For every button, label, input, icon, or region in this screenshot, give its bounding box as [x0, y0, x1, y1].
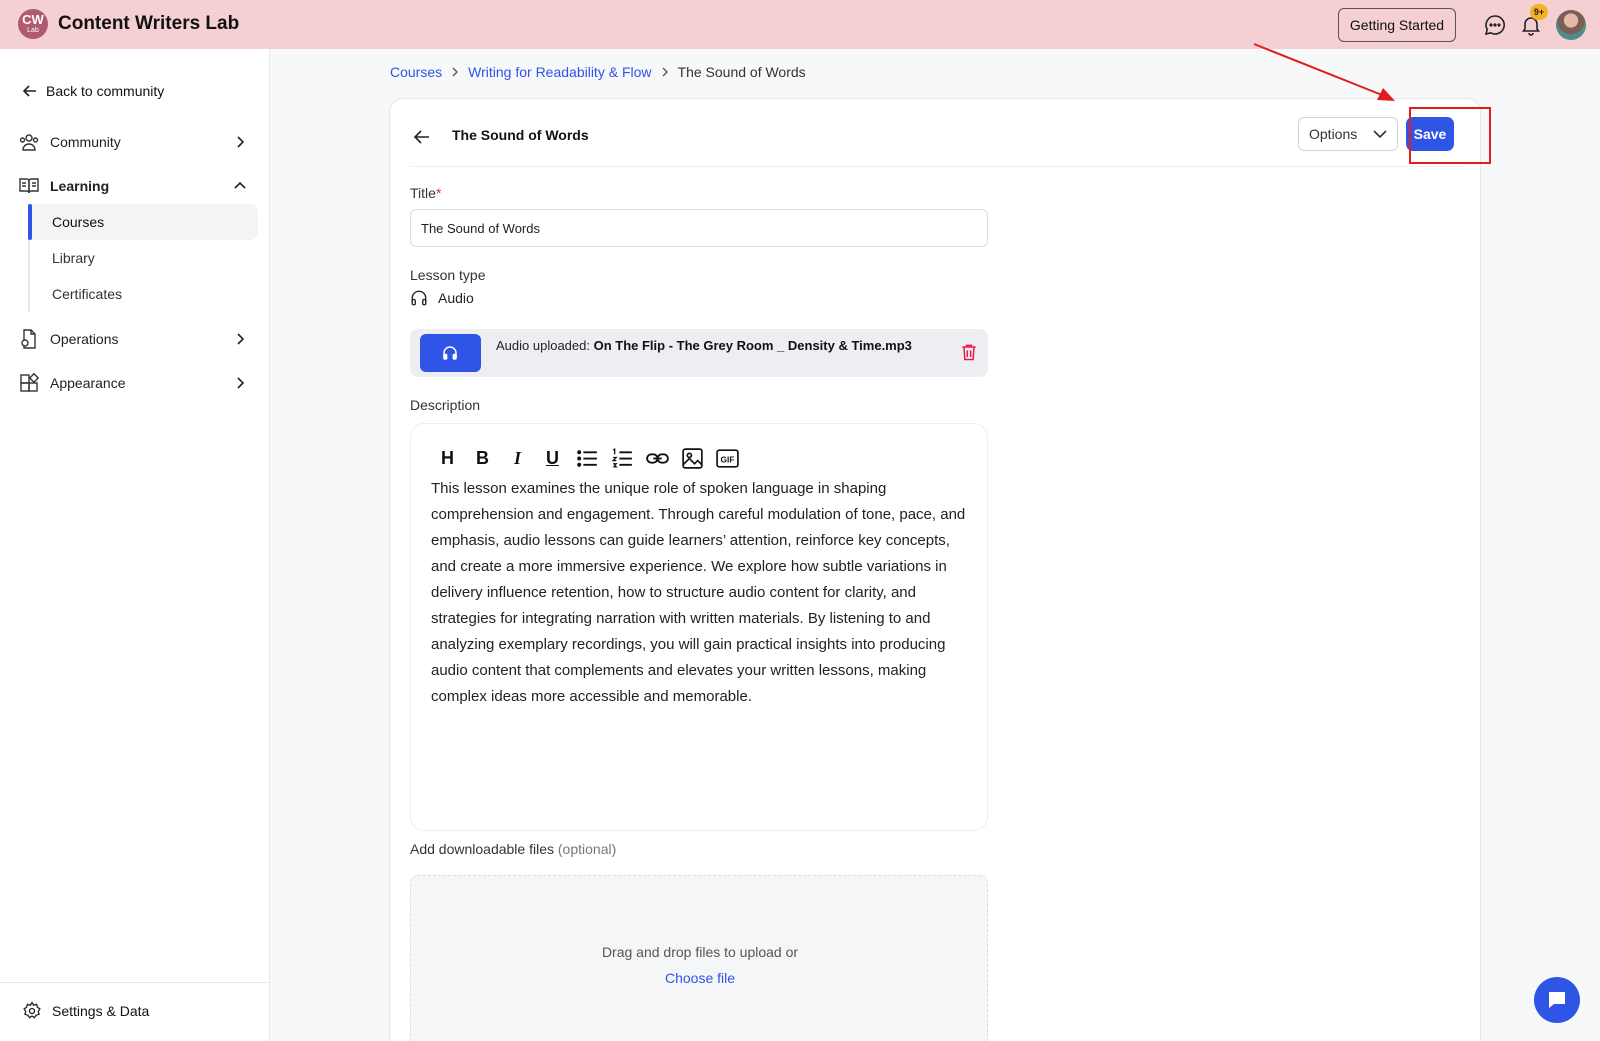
sidebar-item-library[interactable]: Library	[30, 240, 258, 276]
book-icon	[19, 178, 39, 194]
audio-upload-box: Audio uploaded: On The Flip - The Grey R…	[410, 329, 988, 377]
breadcrumb-course[interactable]: Writing for Readability & Flow	[468, 64, 651, 80]
description-text[interactable]: This lesson examines the unique role of …	[431, 476, 976, 710]
top-bar: CW Lab Content Writers Lab Getting Starte…	[0, 0, 1600, 49]
settings-link[interactable]: Settings & Data	[22, 1001, 149, 1021]
underline-icon[interactable]: U	[540, 446, 565, 471]
back-to-community-link[interactable]: Back to community	[22, 83, 164, 99]
headphones-icon	[411, 290, 427, 306]
sidebar-item-label: Appearance	[50, 375, 126, 391]
breadcrumb-current: The Sound of Words	[677, 64, 806, 80]
chevron-right-icon	[662, 67, 668, 77]
chat-bubble-icon	[1549, 992, 1565, 1008]
chevron-right-icon	[452, 67, 459, 77]
lesson-type-label: Lesson type	[410, 267, 486, 283]
settings-label: Settings & Data	[52, 1003, 150, 1019]
audio-filename: Audio uploaded: On The Flip - The Grey R…	[496, 338, 912, 353]
audio-preview-button[interactable]	[420, 334, 481, 372]
lesson-editor-card: The Sound of Words Options Save Title* L…	[389, 98, 1481, 1041]
heading-icon[interactable]: H	[435, 446, 460, 471]
notification-badge: 9+	[1530, 4, 1548, 20]
lesson-header-title: The Sound of Words	[452, 127, 589, 143]
sidebar-item-operations[interactable]: Operations	[18, 324, 248, 354]
chat-launcher-button[interactable]	[1534, 977, 1580, 1023]
card-header: The Sound of Words Options Save	[410, 117, 1462, 167]
sidebar-item-certificates[interactable]: Certificates	[30, 276, 258, 312]
back-to-community-label: Back to community	[46, 83, 165, 99]
title-label: Title*	[410, 185, 442, 201]
chevron-down-icon	[1373, 130, 1387, 139]
choose-file-link[interactable]: Choose file	[411, 970, 989, 986]
description-editor[interactable]: H B I U GIF This lesson examines the uni…	[410, 423, 988, 831]
trash-icon[interactable]	[959, 342, 979, 362]
chevron-right-icon	[237, 377, 245, 389]
community-icon	[19, 134, 39, 151]
editor-toolbar: H B I U GIF	[435, 446, 740, 471]
appearance-icon	[20, 372, 40, 392]
bold-icon[interactable]: B	[470, 446, 495, 471]
sidebar-item-community[interactable]: Community	[18, 127, 248, 157]
bullet-list-icon[interactable]	[575, 446, 600, 471]
sidebar-item-learning[interactable]: Learning	[18, 171, 248, 201]
required-marker: *	[435, 185, 442, 201]
options-dropdown[interactable]: Options	[1298, 117, 1398, 151]
link-icon[interactable]	[645, 446, 670, 471]
description-label: Description	[410, 397, 481, 413]
breadcrumb: Courses Writing for Readability & Flow T…	[390, 64, 806, 80]
lesson-type-text: Audio	[438, 290, 474, 306]
headphones-icon	[443, 346, 457, 360]
gear-icon	[23, 1001, 41, 1019]
app-name[interactable]: Content Writers Lab	[58, 13, 239, 35]
sidebar-item-label: Learning	[50, 178, 110, 194]
chevron-up-icon	[234, 181, 246, 189]
drop-text: Drag and drop files to upload or	[601, 944, 799, 960]
chevron-right-icon	[237, 333, 245, 345]
title-input[interactable]	[410, 209, 988, 247]
chat-icon[interactable]	[1483, 13, 1507, 37]
gif-icon[interactable]: GIF	[715, 446, 740, 471]
image-icon[interactable]	[680, 446, 705, 471]
files-label: Add downloadable files (optional)	[410, 841, 617, 857]
arrow-left-icon	[22, 85, 36, 97]
back-arrow-icon[interactable]	[410, 125, 434, 149]
lesson-type-value: Audio	[410, 289, 474, 307]
chevron-right-icon	[237, 136, 245, 148]
learning-submenu: Courses Library Certificates	[28, 204, 258, 312]
operations-icon	[21, 329, 36, 349]
optional-label: (optional)	[557, 841, 617, 857]
svg-text:GIF: GIF	[721, 455, 735, 465]
sidebar-item-label: Operations	[50, 331, 119, 347]
sidebar: Back to community Community Learning Cou…	[0, 49, 270, 1041]
sidebar-footer: Settings & Data	[0, 982, 269, 1041]
sidebar-item-label: Community	[50, 134, 121, 150]
breadcrumb-courses[interactable]: Courses	[390, 64, 442, 80]
italic-icon[interactable]: I	[505, 446, 530, 471]
app-logo[interactable]: CW Lab	[18, 9, 48, 39]
sidebar-item-courses[interactable]: Courses	[28, 204, 258, 240]
sidebar-item-appearance[interactable]: Appearance	[18, 368, 248, 398]
save-highlight-box	[1409, 107, 1491, 164]
numbered-list-icon[interactable]	[610, 446, 635, 471]
options-label: Options	[1309, 126, 1358, 142]
file-drop-zone[interactable]: Drag and drop files to upload or Choose …	[410, 875, 988, 1041]
getting-started-button[interactable]: Getting Started	[1338, 8, 1456, 42]
avatar[interactable]	[1556, 10, 1586, 40]
